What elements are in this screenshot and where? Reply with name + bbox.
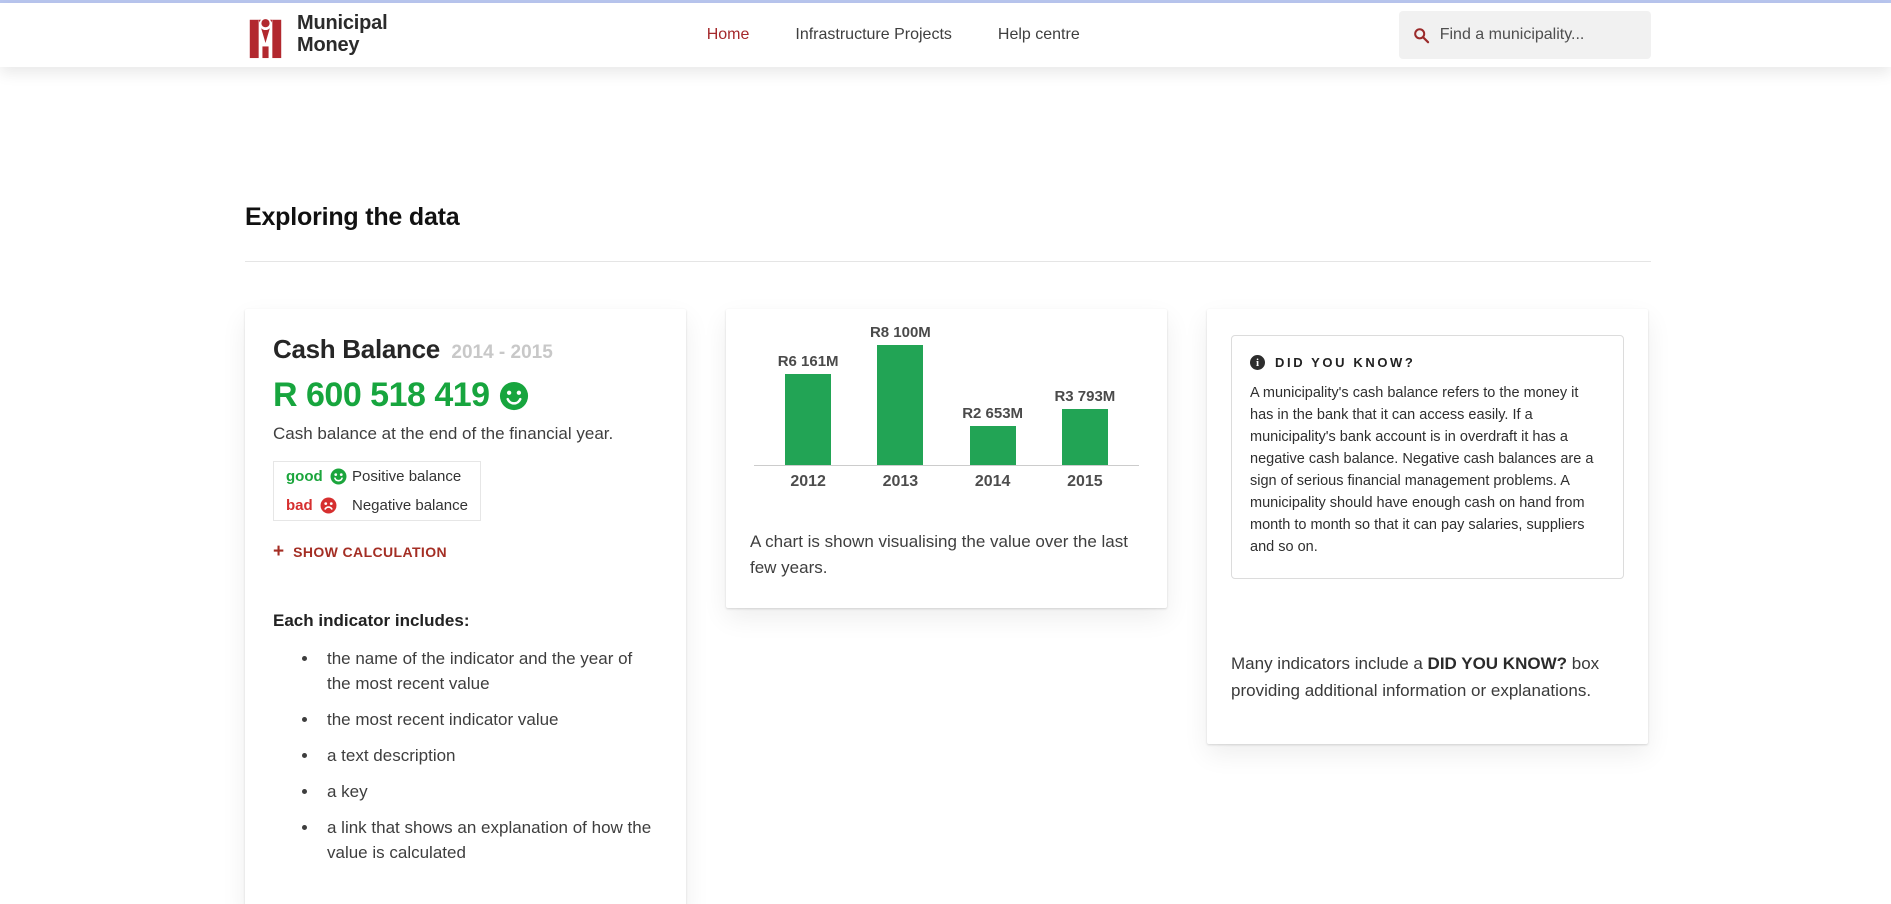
note-prefix: Many indicators include a (1231, 654, 1428, 673)
list-item: a key (319, 780, 658, 805)
section-divider (245, 261, 1651, 262)
chart-bar (970, 426, 1016, 465)
x-axis-label: 2014 (947, 473, 1039, 491)
x-axis-label: 2015 (1039, 473, 1131, 491)
key-good-meaning: Positive balance (352, 468, 461, 485)
bar-value-label: R6 161M (778, 353, 839, 370)
plus-icon: + (273, 542, 284, 561)
logo-wordmark: Municipal Money (297, 13, 387, 56)
chart-column: R3 793M (1039, 388, 1131, 465)
key-bad-meaning: Negative balance (352, 497, 468, 514)
did-you-know-card: i DID YOU KNOW? A municipality's cash ba… (1207, 309, 1648, 744)
list-item: the most recent indicator value (319, 708, 658, 733)
bar-value-label: R8 100M (870, 324, 931, 341)
show-calculation-label: SHOW CALCULATION (293, 544, 447, 560)
chart-column: R8 100M (854, 324, 946, 465)
page-title: Exploring the data (245, 203, 1651, 232)
bar-value-label: R2 653M (962, 405, 1023, 422)
list-item: the name of the indicator and the year o… (319, 647, 658, 697)
note-bold: DID YOU KNOW? (1428, 654, 1567, 673)
sad-face-icon (320, 497, 337, 514)
logo-m-icon (245, 12, 286, 59)
key-row-good: good Positive balance (274, 462, 480, 491)
info-icon: i (1250, 355, 1265, 370)
key-good-left: good (286, 468, 352, 485)
nav-home[interactable]: Home (707, 26, 750, 44)
did-you-know-note: Many indicators include a DID YOU KNOW? … (1231, 651, 1624, 704)
nav-help-centre[interactable]: Help centre (998, 26, 1080, 44)
key-bad-left: bad (286, 497, 352, 514)
chart-bar (1062, 409, 1108, 465)
indicator-title-row: Cash Balance 2014 - 2015 (273, 334, 658, 365)
did-you-know-header: i DID YOU KNOW? (1250, 355, 1605, 370)
key-bad-label: bad (286, 497, 313, 514)
indicator-value: R 600 518 419 (273, 376, 490, 415)
chart-column: R6 161M (762, 353, 854, 465)
chart-caption: A chart is shown visualising the value o… (750, 529, 1143, 580)
chart-column: R2 653M (947, 405, 1039, 465)
chart-example-card: R6 161MR8 100MR2 653MR3 793M 20122013201… (726, 309, 1167, 608)
search-input[interactable] (1440, 26, 1637, 44)
bar-chart: R6 161M R8 100M R2 653M R3 793M (750, 319, 1143, 465)
chart-bar (877, 345, 923, 465)
show-calculation-link[interactable]: + SHOW CALCULATION (273, 542, 658, 561)
chart-bar (785, 374, 831, 465)
list-item: a link that shows an explanation of how … (319, 816, 658, 866)
key-good-label: good (286, 468, 323, 485)
chart-year-labels: 2012201320142015 (750, 473, 1143, 491)
did-you-know-box: i DID YOU KNOW? A municipality's cash ba… (1231, 335, 1624, 579)
municipality-search[interactable] (1399, 11, 1651, 59)
main-content: Exploring the data Cash Balance 2014 - 2… (0, 203, 1891, 904)
indicator-title: Cash Balance (273, 334, 440, 364)
x-axis-label: 2012 (762, 473, 854, 491)
includes-list: the name of the indicator and the year o… (273, 647, 658, 866)
key-row-bad: bad Negative balance (274, 491, 480, 520)
indicator-period: 2014 - 2015 (451, 342, 552, 363)
explainer-cards-row: Cash Balance 2014 - 2015 R 600 518 419 C… (245, 309, 1651, 904)
happy-face-icon (499, 381, 529, 411)
did-you-know-title: DID YOU KNOW? (1275, 355, 1415, 370)
happy-face-icon (330, 468, 347, 485)
search-icon (1413, 26, 1430, 45)
nav-infrastructure-projects[interactable]: Infrastructure Projects (795, 26, 952, 44)
indicator-key: good Positive balance bad (273, 461, 481, 521)
indicator-description: Cash balance at the end of the financial… (273, 424, 658, 444)
chart-x-axis (754, 465, 1139, 466)
list-item: a text description (319, 744, 658, 769)
municipal-money-logo[interactable]: Municipal Money (245, 12, 387, 59)
indicator-value-row: R 600 518 419 (273, 376, 658, 415)
site-header: Municipal Money Home Infrastructure Proj… (0, 3, 1891, 67)
x-axis-label: 2013 (854, 473, 946, 491)
main-nav: Home Infrastructure Projects Help centre (707, 26, 1080, 44)
indicator-example-card: Cash Balance 2014 - 2015 R 600 518 419 C… (245, 309, 686, 904)
includes-heading: Each indicator includes: (273, 611, 658, 631)
did-you-know-text: A municipality's cash balance refers to … (1250, 382, 1605, 558)
bar-value-label: R3 793M (1054, 388, 1115, 405)
